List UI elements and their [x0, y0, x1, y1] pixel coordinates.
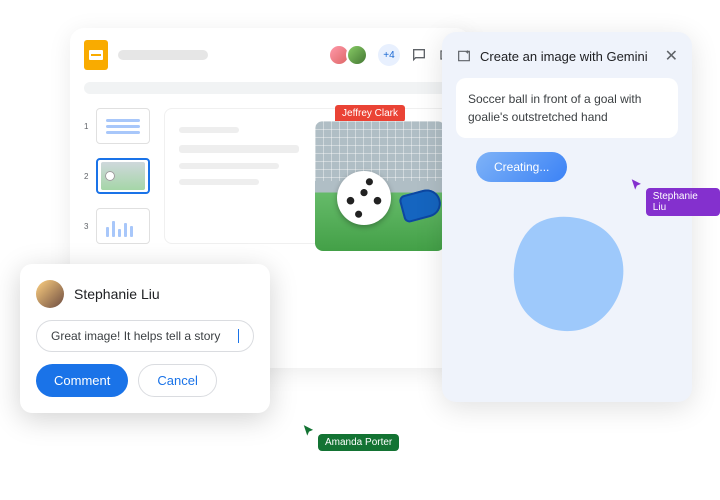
- text-placeholder: [179, 127, 239, 133]
- gemini-panel: Create an image with Gemini ✕ Soccer bal…: [442, 32, 692, 402]
- text-placeholder: [179, 145, 299, 153]
- text-placeholder: [179, 163, 279, 169]
- slide-thumb-3[interactable]: [96, 208, 150, 244]
- gemini-title: Create an image with Gemini: [480, 49, 657, 64]
- comment-input[interactable]: Great image! It helps tell a story: [36, 320, 254, 352]
- slide-thumb-2[interactable]: [96, 158, 150, 194]
- text-cursor: [238, 329, 239, 343]
- collaborator-cursor: Amanda Porter: [302, 424, 399, 451]
- comment-submit-button[interactable]: Comment: [36, 364, 128, 397]
- slide-thumbnails: 1 2 3: [84, 108, 150, 244]
- thumb-row[interactable]: 3: [84, 208, 150, 244]
- app-topbar: +4: [70, 28, 470, 82]
- collaborator-avatar[interactable]: [346, 44, 368, 66]
- slide-image-soccer[interactable]: [315, 121, 445, 251]
- text-placeholder: [179, 179, 259, 185]
- gemini-header: Create an image with Gemini ✕: [456, 46, 678, 66]
- thumb-number: 2: [84, 172, 90, 181]
- comment-input-text: Great image! It helps tell a story: [51, 329, 220, 343]
- cursor-label: Amanda Porter: [318, 434, 399, 451]
- thumb-row[interactable]: 1: [84, 108, 150, 144]
- soccer-ball: [337, 171, 391, 225]
- toolbar-strip[interactable]: [84, 82, 456, 94]
- comment-actions: Comment Cancel: [36, 364, 254, 397]
- doc-title-placeholder[interactable]: [118, 50, 208, 60]
- commenter-name: Stephanie Liu: [74, 286, 160, 302]
- loading-blob: [492, 196, 642, 346]
- thumb-number: 1: [84, 122, 90, 131]
- slide-thumb-1[interactable]: [96, 108, 150, 144]
- goal-net: [315, 121, 445, 181]
- gemini-loading-area: [456, 196, 678, 346]
- thumb-number: 3: [84, 222, 90, 231]
- comment-popup: Stephanie Liu Great image! It helps tell…: [20, 264, 270, 413]
- create-image-icon: [456, 48, 472, 64]
- thumb-row[interactable]: 2: [84, 158, 150, 194]
- collaborator-avatars: [328, 44, 368, 66]
- slides-logo-icon: [84, 40, 108, 70]
- comment-header: Stephanie Liu: [36, 280, 254, 308]
- collaborator-count-badge[interactable]: +4: [378, 44, 400, 66]
- close-icon[interactable]: ✕: [665, 46, 678, 66]
- collaborator-cursor-tag: Jeffrey Clark: [335, 105, 405, 122]
- goalie-glove: [398, 186, 444, 223]
- commenter-avatar: [36, 280, 64, 308]
- comment-cancel-button[interactable]: Cancel: [138, 364, 216, 397]
- gemini-prompt-box[interactable]: Soccer ball in front of a goal with goal…: [456, 78, 678, 138]
- cursor-label: Stephanie Liu: [646, 188, 720, 216]
- slide-canvas[interactable]: Jeffrey Clark: [164, 108, 456, 244]
- comment-icon[interactable]: [410, 46, 428, 64]
- workspace: 1 2 3 Jeffrey Clark: [70, 94, 470, 258]
- gemini-status-pill: Creating...: [476, 152, 567, 182]
- collaborator-cursor: Stephanie Liu: [630, 178, 720, 216]
